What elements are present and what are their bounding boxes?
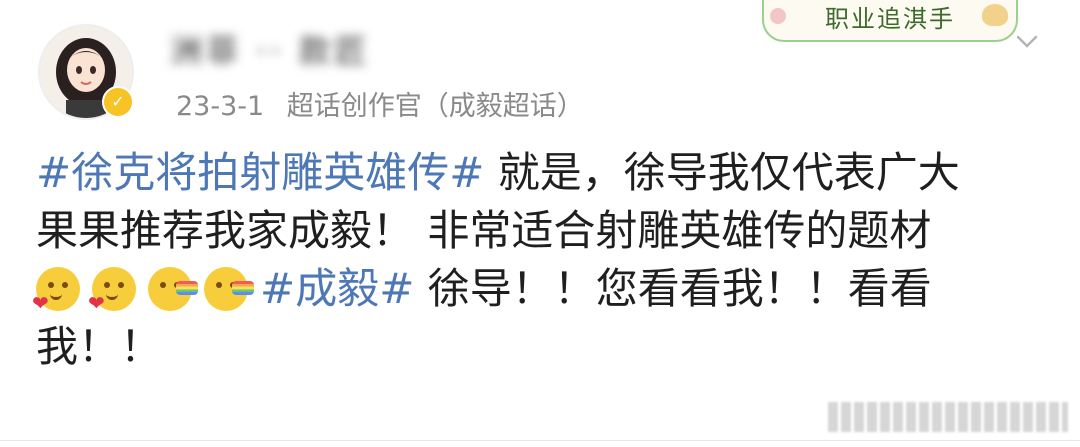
username[interactable]: 洲菲 ·· 款匠	[170, 26, 371, 72]
post-content: #徐克将拍射雕英雄传# 就是，徐导我仅代表广大 果果推荐我家成毅！ 非常适合射雕英…	[32, 144, 1046, 376]
post-text: 果果推荐我家成毅！ 非常适合射雕英雄传的题材	[36, 206, 932, 255]
content-line: #徐克将拍射雕英雄传# 就是，徐导我仅代表广大	[36, 144, 1046, 202]
rainbow-puke-emoji	[148, 267, 198, 311]
badge-flower-icon	[770, 8, 786, 24]
heart-face-emoji: ❤	[32, 267, 80, 313]
content-line: 果果推荐我家成毅！ 非常适合射雕英雄传的题材	[36, 202, 1046, 260]
chevron-down-icon[interactable]	[1014, 28, 1040, 54]
divider	[0, 440, 1080, 441]
content-line: ❤ ❤ #成毅# 徐导！！您看看我！！看看	[32, 260, 1046, 318]
post-text: 我！！	[36, 322, 163, 371]
badge-label: 职业追淇手	[825, 5, 955, 33]
badge-mascot-icon	[982, 4, 1008, 26]
weibo-post-card: ✓ 洲菲 ·· 款匠 23-3-1 超话创作官（成毅超话） 职业追淇手 #徐克将…	[0, 0, 1080, 447]
avatar-container[interactable]: ✓	[38, 24, 134, 120]
topic-link[interactable]: #徐克将拍射雕英雄传#	[36, 148, 484, 197]
post-meta: 23-3-1 超话创作官（成毅超话）	[176, 84, 584, 123]
user-role[interactable]: 超话创作官（成毅超话）	[287, 91, 584, 122]
heart-face-emoji: ❤	[88, 267, 136, 313]
watermark	[828, 402, 1068, 432]
fan-badge[interactable]: 职业追淇手	[762, 0, 1018, 42]
content-line: 我！！	[36, 318, 1046, 376]
rainbow-puke-emoji	[204, 267, 254, 311]
post-text: 就是，徐导我仅代表广大	[484, 148, 960, 197]
post-text: 徐导！！您看看我！！看看	[414, 264, 932, 313]
verified-badge-icon: ✓	[102, 86, 134, 118]
topic-link[interactable]: #成毅#	[260, 264, 414, 313]
post-date[interactable]: 23-3-1	[176, 91, 264, 122]
